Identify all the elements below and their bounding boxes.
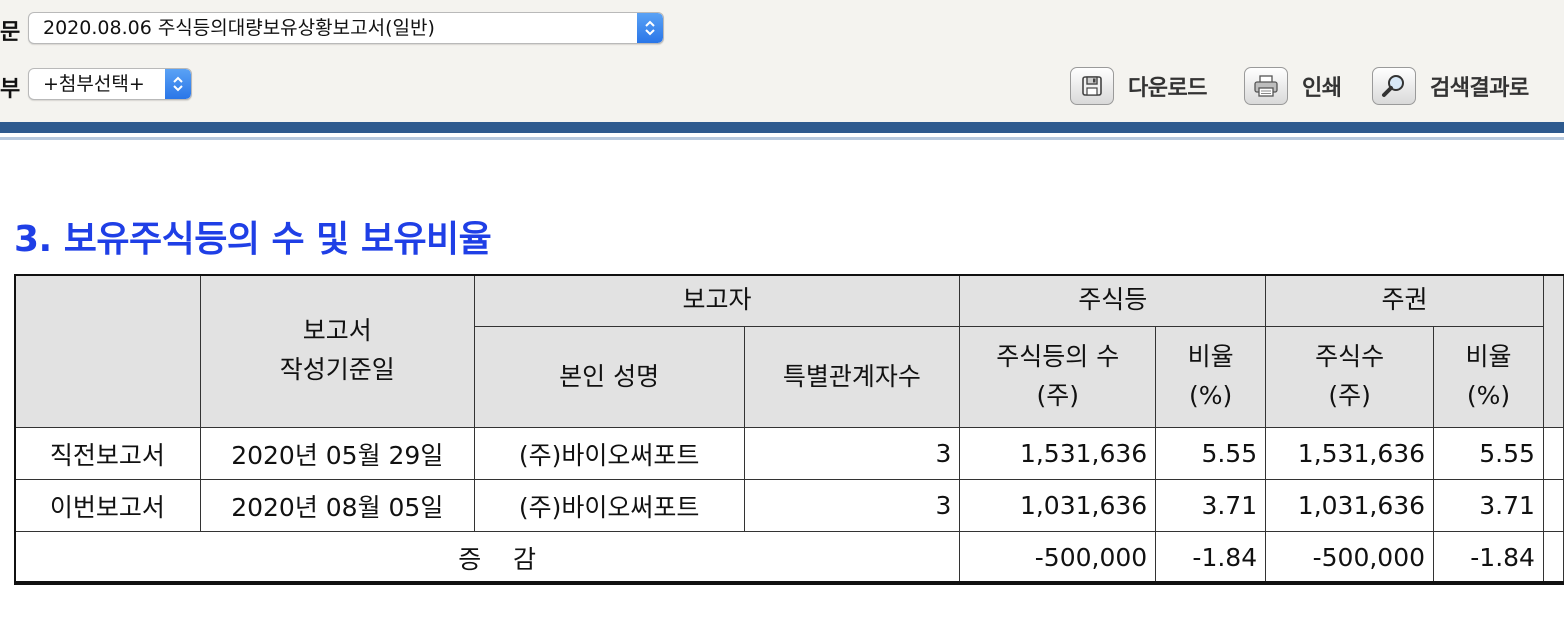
section-title: 3. 보유주식등의 수 및 보유비율 <box>14 219 492 260</box>
header-reporter: 보고자 <box>473 274 961 327</box>
download-label: 다운로드 <box>1128 76 1207 101</box>
row-stock-count: 1,531,636 <box>959 427 1157 480</box>
document-select-value: 2020.08.06 주식등의대량보유상황보고서(일반) <box>43 17 435 39</box>
header-band-line <box>0 137 1564 140</box>
row-label: 이번보고서 <box>14 479 201 532</box>
change-share-ratio: -1.84 <box>1433 531 1544 585</box>
row-related-count: 3 <box>743 479 961 532</box>
header-shares: 주권 <box>1265 274 1544 327</box>
updown-chevron-icon <box>165 69 191 99</box>
download-button[interactable]: 다운로드 <box>1070 66 1207 106</box>
change-stock-count: -500,000 <box>959 531 1157 585</box>
row-edge-cell <box>1542 427 1564 480</box>
holdings-table: 보고서 작성기준일 보고자 주식등 주권 본인 성명 특별관계자수 주식등의 수… <box>13 274 1564 585</box>
header-report-date: 보고서 작성기준일 <box>199 274 475 428</box>
row-related-count: 3 <box>743 427 961 480</box>
row-share-count: 1,031,636 <box>1265 479 1435 532</box>
row-share-count: 1,531,636 <box>1265 427 1435 480</box>
floppy-disk-icon <box>1070 67 1114 105</box>
attachment-select[interactable]: +첨부선택+ <box>28 68 192 100</box>
printer-icon <box>1244 67 1288 105</box>
table-row: 직전보고서 2020년 05월 29일 (주)바이오써포트 3 1,531,63… <box>14 427 1564 480</box>
table-change-row: 증 감 -500,000 -1.84 -500,000 -1.84 <box>13 531 1564 585</box>
row-share-ratio: 3.71 <box>1433 479 1544 532</box>
header-shares-ratio: 비율 (%) <box>1433 326 1544 428</box>
row-stock-count: 1,031,636 <box>959 479 1157 532</box>
row-reporter-name: (주)바이오써포트 <box>473 479 745 532</box>
header-band <box>0 122 1564 133</box>
document-select[interactable]: 2020.08.06 주식등의대량보유상황보고서(일반) <box>28 12 664 44</box>
header-corner-cell <box>14 274 201 428</box>
row-label: 직전보고서 <box>14 427 201 480</box>
change-share-count: -500,000 <box>1265 531 1435 585</box>
table-header-row: 보고서 작성기준일 보고자 주식등 주권 <box>14 274 1564 428</box>
header-related-count: 특별관계자수 <box>743 326 961 428</box>
magnifier-icon <box>1372 67 1416 105</box>
header-stocks-count: 주식등의 수 (주) <box>959 326 1157 428</box>
change-edge-cell <box>1542 531 1564 585</box>
updown-chevron-icon <box>637 13 663 43</box>
print-button[interactable]: 인쇄 <box>1244 66 1342 106</box>
viewer-toolbar: 문 2020.08.06 주식등의대량보유상황보고서(일반) 부 +첨부선택+ … <box>0 0 1564 124</box>
attachment-row-label: 부 <box>0 77 21 102</box>
row-date: 2020년 05월 29일 <box>199 427 475 480</box>
header-reporter-name: 본인 성명 <box>473 326 745 428</box>
document-row-label: 문 <box>0 20 21 45</box>
row-date: 2020년 08월 05일 <box>199 479 475 532</box>
header-stocks-ratio: 비율 (%) <box>1155 326 1267 428</box>
row-stock-ratio: 3.71 <box>1155 479 1267 532</box>
print-label: 인쇄 <box>1302 76 1342 101</box>
change-label: 증 감 <box>13 531 961 585</box>
header-edge-cell <box>1542 274 1564 428</box>
search-result-label: 검색결과로 <box>1430 76 1529 101</box>
table-row: 이번보고서 2020년 08월 05일 (주)바이오써포트 3 1,031,63… <box>14 479 1564 532</box>
row-edge-cell <box>1542 479 1564 532</box>
attachment-select-value: +첨부선택+ <box>43 73 145 95</box>
search-result-button[interactable]: 검색결과로 <box>1372 66 1529 106</box>
row-stock-ratio: 5.55 <box>1155 427 1267 480</box>
row-reporter-name: (주)바이오써포트 <box>473 427 745 480</box>
header-shares-count: 주식수 (주) <box>1265 326 1435 428</box>
change-stock-ratio: -1.84 <box>1155 531 1267 585</box>
row-share-ratio: 5.55 <box>1433 427 1544 480</box>
header-stocks: 주식등 <box>959 274 1267 327</box>
